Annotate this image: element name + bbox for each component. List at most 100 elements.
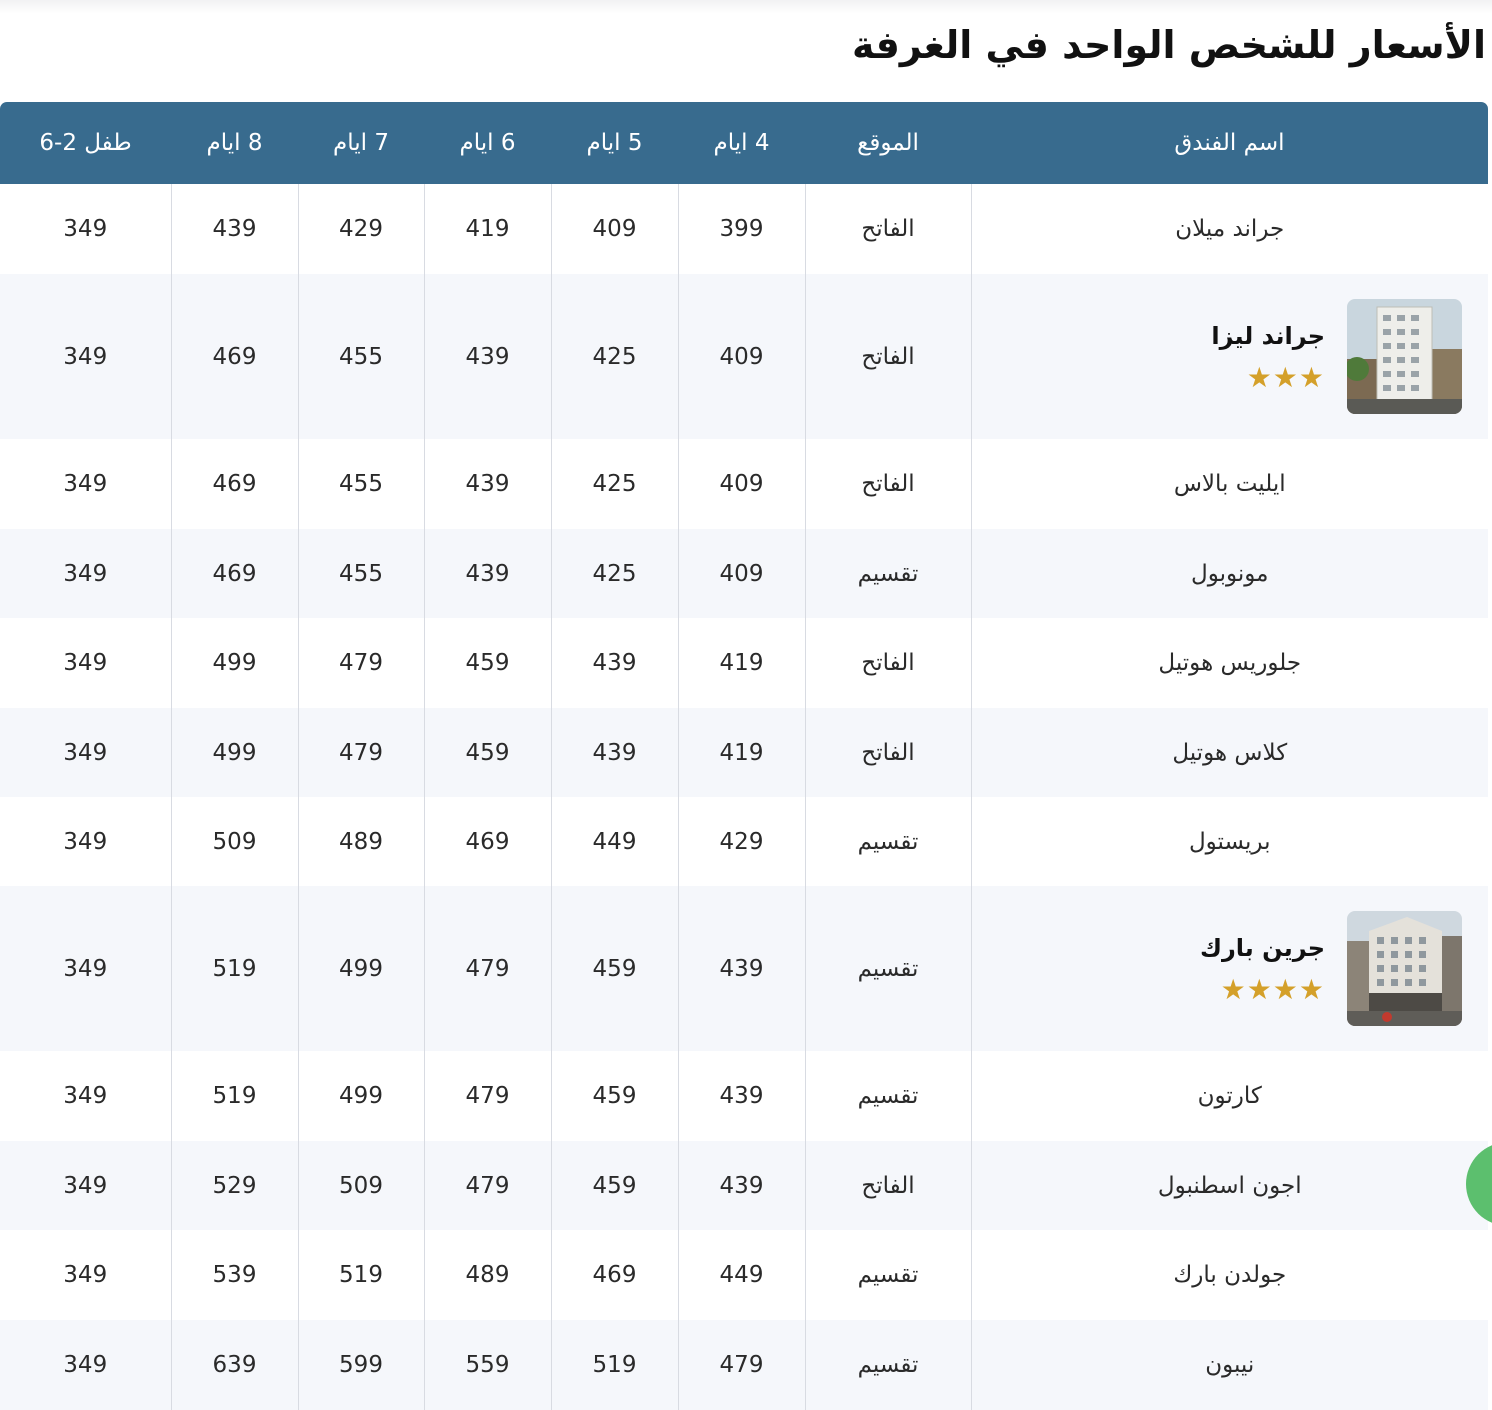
price-cell: 469 <box>550 1230 678 1320</box>
header-6-days: 6 ايام <box>424 102 551 184</box>
price-cell: 429 <box>297 184 424 274</box>
table-header-row: اسم الفندق الموقع 4 ايام 5 ايام 6 ايام 7… <box>0 102 1488 184</box>
price-cell: 439 <box>550 708 678 797</box>
price-cell: 479 <box>423 1051 551 1141</box>
price-cell: 449 <box>677 1230 805 1320</box>
child-price-cell: 349 <box>0 439 171 529</box>
hotel-photo-icon[interactable] <box>1347 299 1462 414</box>
table-row: جلوريس هوتيل الفاتح 419 439 459 479 499 … <box>0 618 1488 708</box>
price-cell: 455 <box>297 529 424 618</box>
header-5-days: 5 ايام <box>551 102 678 184</box>
price-cell: 459 <box>550 1051 678 1141</box>
location-cell: تقسيم <box>804 529 971 618</box>
price-cell: 539 <box>170 1230 298 1320</box>
price-cell: 439 <box>677 886 805 1051</box>
child-price-cell: 349 <box>0 1141 171 1230</box>
child-price-cell: 349 <box>0 797 171 886</box>
location-cell: الفاتح <box>804 618 971 708</box>
price-cell: 439 <box>677 1051 805 1141</box>
price-cell: 439 <box>550 618 678 708</box>
price-cell: 439 <box>423 529 551 618</box>
header-8-days: 8 ايام <box>171 102 298 184</box>
location-cell: الفاتح <box>804 184 971 274</box>
hotel-name-cell: جولدن بارك <box>970 1230 1488 1320</box>
price-cell: 479 <box>297 618 424 708</box>
price-table-container: اسم الفندق الموقع 4 ايام 5 ايام 6 ايام 7… <box>0 102 1488 1410</box>
hotel-name-cell: مونوبول <box>970 529 1488 618</box>
price-cell: 499 <box>170 708 298 797</box>
price-cell: 439 <box>423 274 551 439</box>
price-cell: 425 <box>550 274 678 439</box>
hotel-name-cell: كارتون <box>970 1051 1488 1141</box>
location-cell: الفاتح <box>804 1141 971 1230</box>
price-cell: 519 <box>170 1051 298 1141</box>
price-cell: 419 <box>423 184 551 274</box>
price-cell: 469 <box>170 439 298 529</box>
price-cell: 459 <box>423 618 551 708</box>
price-cell: 419 <box>677 708 805 797</box>
header-hotel-name: اسم الفندق <box>971 102 1488 184</box>
hotel-name-cell: جلوريس هوتيل <box>970 618 1488 708</box>
hotel-name-cell: بريستول <box>970 797 1488 886</box>
header-location: الموقع <box>805 102 971 184</box>
price-cell: 479 <box>297 708 424 797</box>
hotel-name-cell: كلاس هوتيل <box>970 708 1488 797</box>
star-icon: ★★★★ <box>1220 972 1325 1006</box>
location-cell: تقسيم <box>804 1230 971 1320</box>
price-cell: 459 <box>550 886 678 1051</box>
table-row: جولدن بارك تقسيم 449 469 489 519 539 349 <box>0 1230 1488 1320</box>
child-price-cell: 349 <box>0 1320 171 1410</box>
price-cell: 529 <box>170 1141 298 1230</box>
hotel-photo-icon[interactable] <box>1347 911 1462 1026</box>
price-cell: 409 <box>677 439 805 529</box>
child-price-cell: 349 <box>0 886 171 1051</box>
table-row: كارتون تقسيم 439 459 479 499 519 349 <box>0 1051 1488 1141</box>
location-cell: تقسيم <box>804 797 971 886</box>
hotel-name-cell: جراند ليزا ★★★ <box>970 274 1489 439</box>
hotel-meta: جراند ليزا ★★★ <box>1211 322 1325 392</box>
price-cell: 499 <box>297 886 424 1051</box>
price-cell: 479 <box>423 1141 551 1230</box>
price-cell: 479 <box>423 886 551 1051</box>
child-price-cell: 349 <box>0 708 171 797</box>
header-7-days: 7 ايام <box>298 102 424 184</box>
child-price-cell: 349 <box>0 274 171 439</box>
table-row: كلاس هوتيل الفاتح 419 439 459 479 499 34… <box>0 708 1488 797</box>
price-cell: 409 <box>677 274 805 439</box>
price-cell: 519 <box>550 1320 678 1410</box>
price-cell: 559 <box>423 1320 551 1410</box>
price-cell: 479 <box>677 1320 805 1410</box>
price-cell: 439 <box>677 1141 805 1230</box>
location-cell: تقسيم <box>804 1320 971 1410</box>
hotel-title[interactable]: جرين بارك <box>1200 934 1325 962</box>
hotel-card[interactable]: جراند ليزا ★★★ <box>972 299 1489 414</box>
price-cell: 459 <box>550 1141 678 1230</box>
table-row: مونوبول تقسيم 409 425 439 455 469 349 <box>0 529 1488 618</box>
table-row: نيبون تقسيم 479 519 559 599 639 349 <box>0 1320 1488 1410</box>
price-cell: 519 <box>297 1230 424 1320</box>
location-cell: تقسيم <box>804 1051 971 1141</box>
hotel-name-cell: اجون اسطنبول <box>970 1141 1488 1230</box>
price-cell: 459 <box>423 708 551 797</box>
child-price-cell: 349 <box>0 529 171 618</box>
location-cell: الفاتح <box>804 274 971 439</box>
top-bar <box>0 0 1492 14</box>
price-cell: 455 <box>297 274 424 439</box>
price-cell: 469 <box>170 529 298 618</box>
table-row: ايليت بالاس الفاتح 409 425 439 455 469 3… <box>0 439 1488 529</box>
hotel-card[interactable]: جرين بارك ★★★★ <box>972 911 1489 1026</box>
hotel-name-cell: نيبون <box>970 1320 1488 1410</box>
hotel-title[interactable]: جراند ليزا <box>1211 322 1325 350</box>
price-cell: 499 <box>170 618 298 708</box>
table-row: بريستول تقسيم 429 449 469 489 509 349 <box>0 797 1488 886</box>
hotel-name-cell: جرين بارك ★★★★ <box>970 886 1489 1051</box>
header-child-2-6: طفل 2-6 <box>0 102 171 184</box>
price-cell: 419 <box>677 618 805 708</box>
table-row: اجون اسطنبول الفاتح 439 459 479 509 529 … <box>0 1141 1488 1230</box>
price-cell: 409 <box>550 184 678 274</box>
hotel-name-cell: ايليت بالاس <box>970 439 1488 529</box>
hotel-name-cell: جراند ميلان <box>970 184 1488 274</box>
price-cell: 439 <box>423 439 551 529</box>
price-cell: 439 <box>170 184 298 274</box>
price-cell: 449 <box>550 797 678 886</box>
